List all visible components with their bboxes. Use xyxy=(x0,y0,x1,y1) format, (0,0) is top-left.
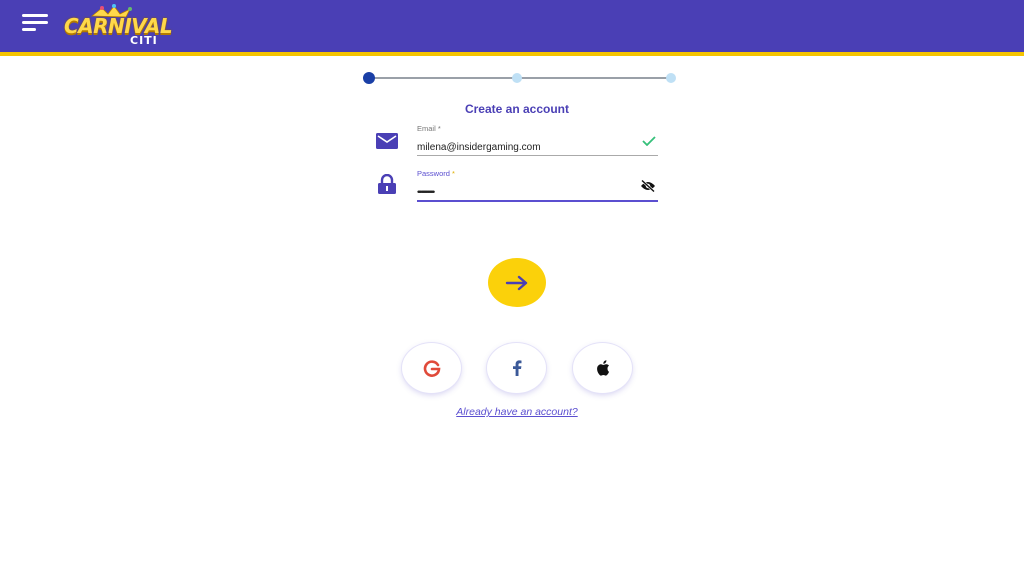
step-3-dot xyxy=(666,73,676,83)
lock-icon xyxy=(378,174,396,194)
password-field[interactable]: Password * xyxy=(417,169,658,203)
arrow-right-icon xyxy=(505,275,528,290)
hamburger-menu-icon[interactable] xyxy=(22,14,50,34)
already-have-account-link[interactable]: Already have an account? xyxy=(0,406,1024,418)
facebook-signup-button[interactable] xyxy=(487,343,546,393)
step-1-dot xyxy=(363,72,375,84)
facebook-icon xyxy=(512,360,521,376)
envelope-icon xyxy=(376,133,398,149)
apple-icon xyxy=(596,360,609,376)
header-stripe xyxy=(0,52,1024,56)
email-field[interactable]: Email * xyxy=(417,124,658,157)
apple-signup-button[interactable] xyxy=(573,343,632,393)
logo-sub-text: CITI xyxy=(130,34,158,47)
carnival-citi-logo[interactable]: CARNIVAL CITI xyxy=(64,4,184,48)
password-input[interactable] xyxy=(417,184,617,200)
password-underline xyxy=(417,200,658,202)
stepper-line xyxy=(370,77,518,79)
progress-stepper xyxy=(363,72,676,84)
email-underline xyxy=(417,155,658,156)
next-button[interactable] xyxy=(488,258,546,307)
email-label: Email * xyxy=(417,124,441,133)
stepper-line xyxy=(520,77,668,79)
step-2-dot xyxy=(512,73,522,83)
form-title: Create an account xyxy=(464,102,570,116)
google-signup-button[interactable] xyxy=(402,343,461,393)
email-input[interactable] xyxy=(417,139,617,155)
checkmark-icon xyxy=(642,136,656,146)
password-label: Password * xyxy=(417,169,455,178)
top-bar: CARNIVAL CITI xyxy=(0,0,1024,52)
eye-slash-icon[interactable] xyxy=(640,180,656,192)
google-icon xyxy=(423,360,440,377)
